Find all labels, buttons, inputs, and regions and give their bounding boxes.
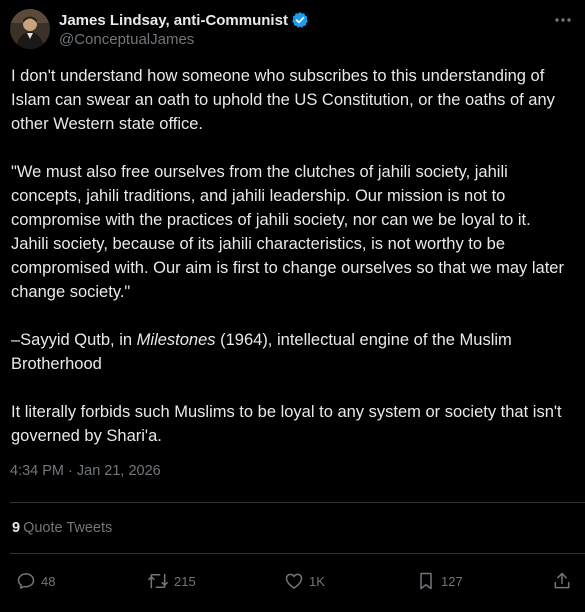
heart-icon [285,573,303,589]
author-display-name[interactable]: James Lindsay, anti-Communist [59,12,288,29]
author-header: James Lindsay, anti-Communist @Conceptua… [59,10,309,48]
attribution: –Sayyid Qutb, in Milestones (1964), inte… [11,328,571,376]
avatar-image [10,9,50,49]
retweet-icon [148,573,168,589]
tweet: James Lindsay, anti-Communist @Conceptua… [0,0,585,612]
author-handle[interactable]: @ConceptualJames [59,31,309,48]
bookmark-button[interactable]: 127 [416,568,463,594]
like-count: 1K [309,573,325,589]
reply-icon [17,573,35,589]
action-bar: 48 215 1K 127 [0,568,585,594]
bookmark-icon [420,572,432,590]
verified-badge-icon [291,11,309,29]
tweet-text: I don't understand how someone who subsc… [11,64,571,472]
book-title: Milestones [136,331,216,349]
share-icon [554,572,570,589]
share-button[interactable] [552,568,572,594]
avatar[interactable] [10,9,50,49]
divider [10,502,585,503]
more-options-icon[interactable] [553,10,573,30]
retweet-count: 215 [174,573,196,589]
bookmark-count: 127 [441,573,463,589]
tweet-paragraph: I don't understand how someone who subsc… [11,67,555,133]
reply-button[interactable]: 48 [16,568,55,594]
tweet-paragraph: It literally forbids such Muslims to be … [11,403,562,445]
quoted-passage: "We must also free ourselves from the cl… [11,163,564,301]
quote-tweets-link[interactable]: 9 Quote Tweets [12,520,112,536]
reply-count: 48 [41,573,56,589]
quote-tweets-label: Quote Tweets [23,520,113,536]
tweet-timestamp[interactable]: 4:34 PM · Jan 21, 2026 [10,463,161,479]
divider [10,553,585,554]
attribution-prefix: –Sayyid Qutb, in [11,331,137,349]
retweet-button[interactable]: 215 [147,568,196,594]
like-button[interactable]: 1K [284,568,325,594]
quote-tweets-count: 9 [12,520,21,536]
